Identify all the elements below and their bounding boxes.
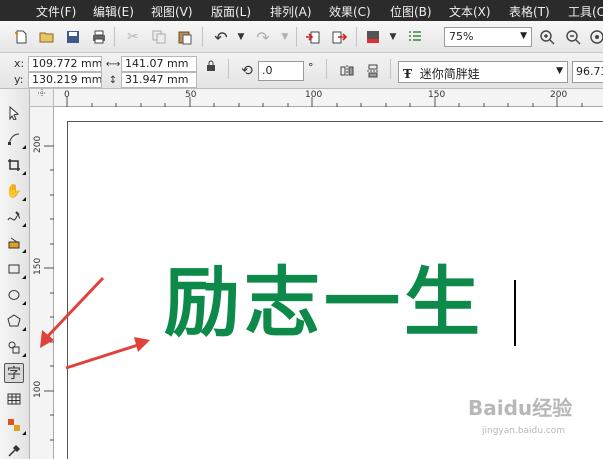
crop-tool-icon[interactable] bbox=[4, 155, 26, 175]
toolbar-separator bbox=[202, 27, 203, 47]
toolbar-separator bbox=[114, 27, 115, 47]
ruler-tick-label: 150 bbox=[33, 257, 43, 275]
undo-dropdown-icon[interactable]: ▼ bbox=[232, 28, 250, 46]
redo-icon[interactable]: ↷ bbox=[254, 28, 272, 47]
artistic-text[interactable]: 励志一生 bbox=[164, 265, 484, 341]
freehand-tool-icon[interactable] bbox=[4, 207, 26, 227]
menu-effects[interactable]: 效果(C) bbox=[329, 3, 371, 20]
toolbar-separator bbox=[228, 59, 229, 79]
menu-table[interactable]: 表格(T) bbox=[509, 3, 550, 20]
height-arrows-icon: ↕ bbox=[108, 74, 118, 86]
menu-edit[interactable]: 编辑(E) bbox=[93, 3, 134, 20]
mirror-vertical-icon[interactable] bbox=[364, 62, 382, 80]
horizontal-ruler-ticks bbox=[66, 97, 583, 107]
redo-dropdown-icon[interactable]: ▼ bbox=[276, 28, 294, 46]
menu-arrange[interactable]: 排列(A) bbox=[270, 3, 312, 20]
zoom-out-icon[interactable] bbox=[564, 28, 582, 46]
vertical-ruler-ticks bbox=[44, 145, 54, 441]
ruler-origin-icon[interactable] bbox=[30, 89, 54, 107]
shape-tool-icon[interactable] bbox=[4, 129, 26, 149]
toolbar-separator bbox=[326, 59, 327, 79]
import-icon[interactable] bbox=[304, 28, 322, 46]
cut-icon[interactable]: ✂ bbox=[124, 28, 142, 46]
print-icon[interactable] bbox=[90, 28, 108, 46]
application-launcher-icon[interactable] bbox=[364, 28, 382, 46]
vertical-ruler[interactable]: 200 150 100 bbox=[30, 107, 54, 459]
toolbar-separator bbox=[356, 27, 357, 47]
x-position-field[interactable]: 109.772 mm bbox=[28, 56, 102, 72]
x-label: x: bbox=[14, 57, 25, 70]
toolbox: ✋ 字 bbox=[0, 89, 30, 459]
ruler-tick-label: 200 bbox=[33, 135, 43, 153]
zoom-level-value: 75% bbox=[449, 30, 474, 43]
lock-ratio-icon[interactable] bbox=[202, 57, 220, 75]
property-bar: x: 109.772 mm y: 130.219 mm ⟷ 141.07 mm … bbox=[0, 53, 603, 89]
ellipse-tool-icon[interactable] bbox=[4, 285, 26, 305]
rotation-angle-value: .0 bbox=[262, 64, 273, 77]
rotate-icon: ⟲ bbox=[241, 63, 253, 79]
object-width-field[interactable]: 141.07 mm bbox=[121, 56, 197, 72]
ruler-tick-label: 150 bbox=[428, 90, 446, 100]
pan-hand-icon[interactable]: ✋ bbox=[4, 181, 26, 201]
text-tool-icon[interactable]: 字 bbox=[4, 363, 24, 383]
export-icon[interactable] bbox=[330, 28, 348, 46]
menu-layout[interactable]: 版面(L) bbox=[211, 3, 251, 20]
basic-shapes-tool-icon[interactable] bbox=[4, 337, 26, 357]
toolbar-separator bbox=[390, 59, 391, 79]
ruler-tick-label: 200 bbox=[550, 90, 568, 100]
ruler-tick-label: 0 bbox=[64, 90, 70, 100]
zoom-level-select[interactable]: 75% ▼ bbox=[444, 27, 532, 47]
pick-tool-icon[interactable] bbox=[4, 103, 24, 123]
menu-view[interactable]: 视图(V) bbox=[151, 3, 193, 20]
menu-file[interactable]: 文件(F) bbox=[36, 3, 76, 20]
rectangle-tool-icon[interactable] bbox=[4, 259, 26, 279]
degree-symbol: ° bbox=[308, 61, 314, 74]
zoom-in-icon[interactable] bbox=[538, 28, 556, 46]
ruler-tick-label: 100 bbox=[305, 90, 323, 100]
ruler-tick-label: 100 bbox=[33, 380, 43, 398]
y-position-field[interactable]: 130.219 mm bbox=[28, 72, 102, 88]
table-tool-icon[interactable] bbox=[4, 389, 24, 409]
options-icon[interactable] bbox=[588, 28, 603, 46]
truetype-font-icon: Ŧ bbox=[403, 67, 412, 81]
baidu-watermark-url: jingyan.baidu.com bbox=[482, 426, 566, 436]
new-icon[interactable] bbox=[12, 28, 30, 46]
text-insertion-cursor bbox=[514, 280, 516, 346]
font-list-select[interactable]: Ŧ 迷你简胖娃 ▼ bbox=[398, 61, 568, 83]
horizontal-ruler[interactable]: 0 50 100 150 200 bbox=[54, 89, 603, 107]
font-name-value: 迷你简胖娃 bbox=[419, 67, 480, 81]
launcher-dropdown-icon[interactable]: ▼ bbox=[384, 28, 402, 46]
welcome-screen-icon[interactable] bbox=[406, 28, 424, 46]
rotation-angle-field[interactable]: .0 bbox=[258, 61, 304, 81]
baidu-watermark: Baidu经验 bbox=[468, 396, 573, 420]
y-label: y: bbox=[14, 73, 24, 86]
object-height-field[interactable]: 31.947 mm bbox=[121, 72, 197, 88]
copy-icon[interactable] bbox=[150, 28, 168, 46]
undo-icon[interactable]: ↶ bbox=[212, 28, 230, 47]
smart-fill-tool-icon[interactable] bbox=[4, 233, 26, 253]
menu-tools[interactable]: 工具(O) bbox=[568, 3, 603, 20]
mirror-horizontal-icon[interactable] bbox=[338, 62, 356, 80]
open-icon[interactable] bbox=[38, 28, 56, 46]
font-size-field[interactable]: 96.73 bbox=[572, 61, 603, 83]
chevron-down-icon: ▼ bbox=[520, 31, 527, 41]
chevron-down-icon: ▼ bbox=[556, 66, 563, 76]
paste-icon[interactable] bbox=[176, 28, 194, 46]
interactive-blend-tool-icon[interactable] bbox=[4, 415, 26, 435]
menu-bitmaps[interactable]: 位图(B) bbox=[390, 3, 432, 20]
menu-text[interactable]: 文本(X) bbox=[449, 3, 491, 20]
eyedropper-tool-icon[interactable] bbox=[4, 441, 24, 459]
font-size-value: 96.73 bbox=[576, 65, 603, 78]
toolbar-separator bbox=[296, 27, 297, 47]
menu-bar: 文件(F) 编辑(E) 视图(V) 版面(L) 排列(A) 效果(C) 位图(B… bbox=[0, 0, 603, 21]
standard-toolbar: ✂ ↶ ▼ ↷ ▼ ▼ 75% ▼ bbox=[0, 21, 603, 53]
save-icon[interactable] bbox=[64, 28, 82, 46]
polygon-tool-icon[interactable] bbox=[4, 311, 26, 331]
ruler-tick-label: 50 bbox=[185, 90, 197, 100]
